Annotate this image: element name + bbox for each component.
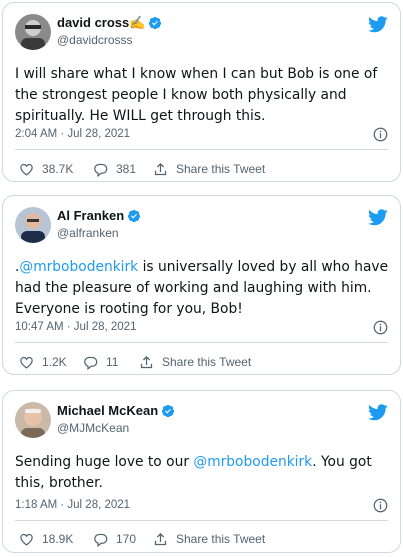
heart-icon xyxy=(20,356,33,369)
tweet-header: david cross✍️ @davidcrosss xyxy=(15,14,388,50)
reply-count: 381 xyxy=(116,162,137,176)
tweet-card-alfranken[interactable]: Al Franken @alfranken .@mrbobodenkirk is… xyxy=(2,195,401,375)
heart-icon xyxy=(20,163,33,176)
twitter-logo-icon[interactable] xyxy=(368,209,388,226)
avatar[interactable] xyxy=(15,14,51,50)
verified-badge-icon xyxy=(128,209,141,223)
tweet-header: Michael McKean @MJMcKean xyxy=(15,402,388,438)
tweet-text: I will share what I know when I can but … xyxy=(15,66,378,124)
tweet-actions: 18.9K 170 Share this Tweet xyxy=(15,530,388,548)
author-handle[interactable]: @MJMcKean xyxy=(57,421,129,435)
like-count: 38.7K xyxy=(42,162,74,176)
info-icon[interactable] xyxy=(373,127,388,142)
tweet-text: Sending huge love to our @mrbobodenkirk.… xyxy=(15,452,390,494)
tweet-timestamp[interactable]: 2:04 AM · Jul 28, 2021 xyxy=(15,128,130,140)
mention-link[interactable]: @mrbobodenkirk xyxy=(193,454,312,470)
share-button[interactable]: Share this Tweet xyxy=(153,530,265,548)
tweet-text: .@mrbobodenkirk is universally loved by … xyxy=(15,257,390,320)
share-button[interactable]: Share this Tweet xyxy=(139,353,251,371)
share-label: Share this Tweet xyxy=(162,355,252,369)
tweet-timestamp[interactable]: 1:18 AM · Jul 28, 2021 xyxy=(15,499,130,511)
share-label: Share this Tweet xyxy=(176,532,266,546)
verified-badge-icon xyxy=(162,404,175,418)
verified-badge-icon xyxy=(149,16,162,30)
share-button[interactable]: Share this Tweet xyxy=(153,160,265,178)
like-button[interactable]: 38.7K xyxy=(19,160,73,178)
reply-button[interactable]: 11 xyxy=(83,353,118,371)
like-count: 18.9K xyxy=(42,532,74,546)
author-handle[interactable]: @davidcrosss xyxy=(57,33,133,47)
share-icon xyxy=(140,355,153,368)
share-icon xyxy=(154,162,167,175)
divider xyxy=(15,149,388,150)
author-handle[interactable]: @alfranken xyxy=(57,226,119,240)
reply-icon xyxy=(94,163,108,177)
share-label: Share this Tweet xyxy=(176,162,266,176)
tweet-actions: 1.2K 11 Share this Tweet xyxy=(15,353,388,371)
tweet-header: Al Franken @alfranken xyxy=(15,207,388,243)
like-button[interactable]: 1.2K xyxy=(19,353,67,371)
tweet-timestamp[interactable]: 10:47 AM · Jul 28, 2021 xyxy=(15,321,136,333)
twitter-logo-icon[interactable] xyxy=(368,16,388,33)
reply-count: 11 xyxy=(106,355,119,369)
heart-icon xyxy=(20,533,33,546)
tweet-text-prefix: Sending huge love to our xyxy=(15,454,194,470)
info-icon[interactable] xyxy=(373,320,388,335)
mention-link[interactable]: @mrbobodenkirk xyxy=(19,259,138,275)
author-name[interactable]: Michael McKean xyxy=(57,403,175,418)
tweet-actions: 38.7K 381 Share this Tweet xyxy=(15,160,388,178)
reply-button[interactable]: 381 xyxy=(93,160,136,178)
tweet-card-mjmckean[interactable]: Michael McKean @MJMcKean Sending huge lo… xyxy=(2,390,401,553)
avatar[interactable] xyxy=(15,207,51,243)
share-icon xyxy=(154,532,167,545)
avatar[interactable] xyxy=(15,402,51,438)
reply-button[interactable]: 170 xyxy=(93,530,136,548)
author-name[interactable]: Al Franken xyxy=(57,208,141,223)
reply-count: 170 xyxy=(116,532,137,546)
tweet-card-davidcross[interactable]: david cross✍️ @davidcrosss I will share … xyxy=(2,2,401,182)
divider xyxy=(15,520,388,521)
twitter-logo-icon[interactable] xyxy=(368,404,388,421)
info-icon[interactable] xyxy=(373,498,388,513)
divider xyxy=(15,342,388,343)
reply-icon xyxy=(84,356,98,370)
like-count: 1.2K xyxy=(42,355,67,369)
like-button[interactable]: 18.9K xyxy=(19,530,73,548)
reply-icon xyxy=(94,533,108,547)
author-name[interactable]: david cross✍️ xyxy=(57,15,162,31)
